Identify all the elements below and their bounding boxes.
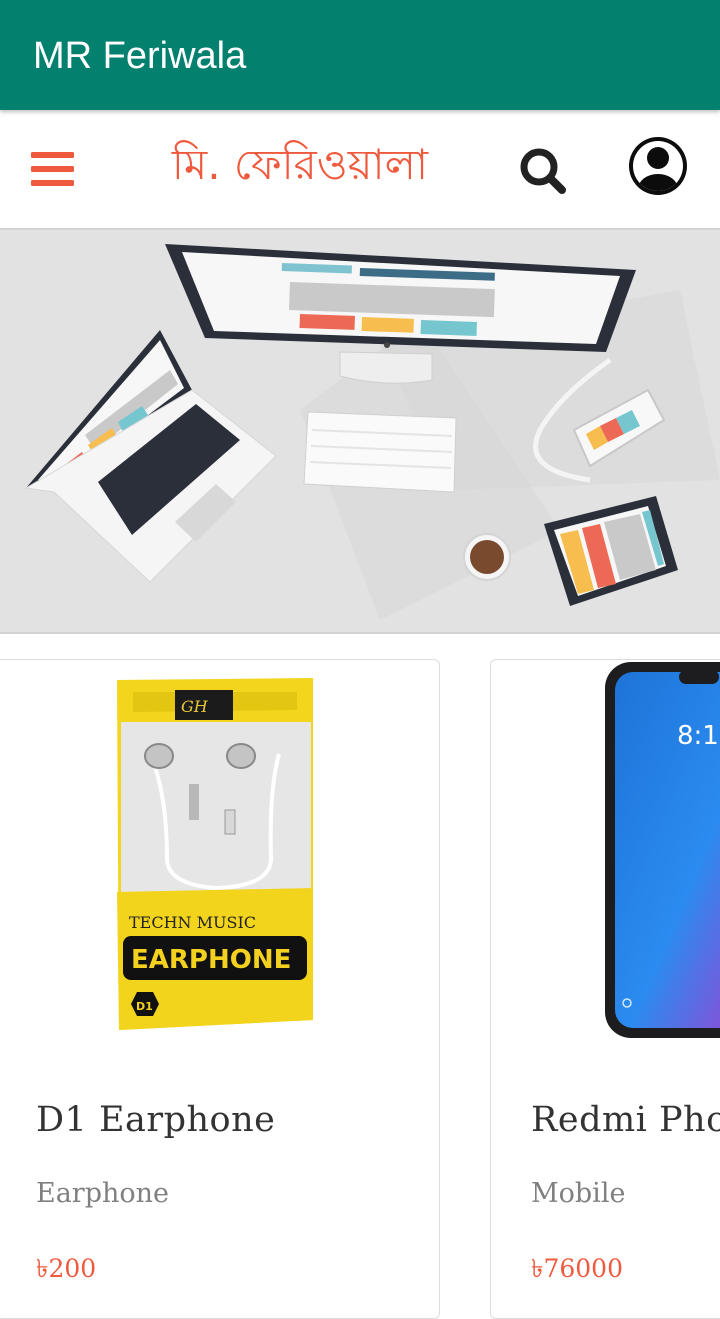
package-model: D1 [136,1000,153,1013]
top-navigation: মি. ফেরিওয়ালা [0,110,720,229]
menu-button[interactable] [24,140,82,198]
package-tagline: TECHN MUSIC [129,913,256,932]
product-card[interactable]: 8:1 Redmi Phone Mobile ৳76000 [490,659,720,1319]
brand-logo[interactable]: মি. ফেরিওয়ালা [150,134,450,196]
package-headline: EARPHONE [131,945,291,975]
product-price: ৳76000 [531,1254,623,1283]
promo-banner[interactable] [0,228,720,634]
package-brand: GH [181,697,209,716]
search-icon [520,148,566,194]
product-category: Mobile [531,1178,626,1209]
account-button[interactable] [625,133,691,199]
search-button[interactable] [514,142,572,200]
app-title: MR Feriwala [33,35,247,77]
product-name: Redmi Phone [531,1100,720,1140]
product-card[interactable]: GH TECHN MUSIC EARPHONE D1 D1 Earphone E… [0,659,440,1319]
phone-screen-time: 8:1 [677,721,719,751]
account-circle-icon [629,137,687,195]
product-image-smartphone: 8:1 [603,660,720,1040]
product-category: Earphone [36,1178,170,1209]
product-image-earphone: GH TECHN MUSIC EARPHONE D1 [107,660,327,1040]
product-price: ৳200 [36,1254,97,1283]
product-name: D1 Earphone [36,1100,276,1140]
app-bar: MR Feriwala [0,0,720,110]
hamburger-menu-icon [31,152,74,186]
desk-devices-illustration [24,244,720,620]
